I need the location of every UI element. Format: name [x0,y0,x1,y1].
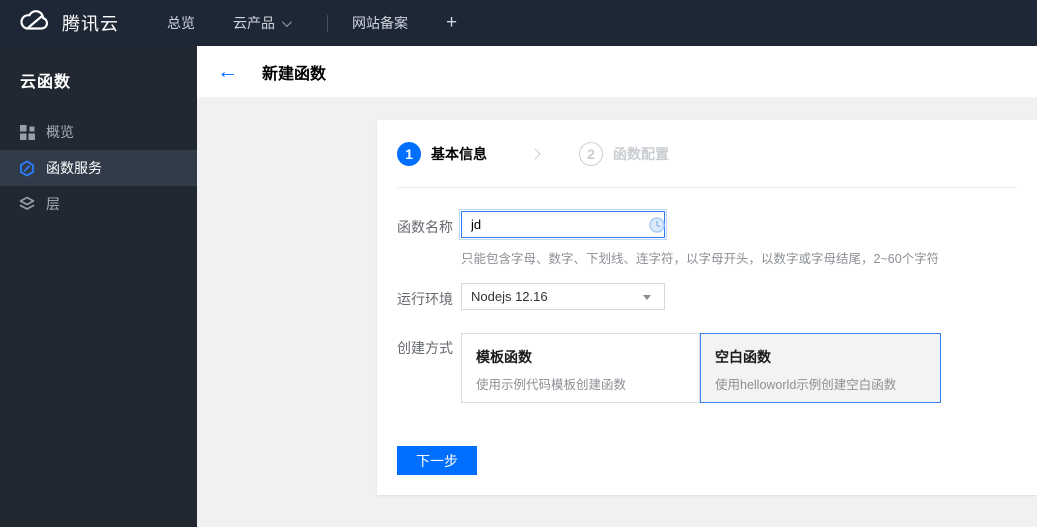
wizard-steps: 1 基本信息 2 函数配置 [397,120,669,187]
nav-item-overview[interactable]: 总览 [167,13,195,33]
method-card-title: 模板函数 [476,349,532,365]
function-name-label: 函数名称 [397,219,453,235]
step-2-label: 函数配置 [613,145,669,162]
sidebar-item-layers[interactable]: 层 [0,186,197,222]
runtime-label: 运行环境 [397,291,453,307]
tencent-cloud-logo[interactable]: 腾讯云 [18,9,119,38]
brand-name: 腾讯云 [62,14,119,34]
sidebar-item-label: 概览 [46,124,74,140]
divider [397,187,1017,188]
sidebar-item-overview[interactable]: 概览 [0,114,197,150]
method-card-desc: 使用示例代码模板创建函数 [476,378,627,392]
top-nav: 腾讯云 总览 云产品 网站备案 + [0,0,1037,46]
step-2-circle: 2 [579,141,603,166]
step-1-label: 基本信息 [431,145,487,162]
nav-item-icp-filing[interactable]: 网站备案 [352,13,408,33]
function-name-hint: 只能包含字母、数字、下划线、连字符，以字母开头，以数字或字母结尾，2~60个字符 [461,252,940,266]
function-name-input[interactable] [459,209,667,240]
grid-icon [19,124,35,140]
top-nav-items: 总览 云产品 网站备案 + [167,12,457,34]
chevron-down-icon [281,16,292,27]
page-title: 新建函数 [262,65,327,83]
step-1-circle: 1 [397,141,421,166]
sidebar-menu: 概览 函数服务 层 [0,114,197,222]
sidebar: 云函数 概览 函数服务 层 [0,46,197,527]
nav-item-cloud-products[interactable]: 云产品 [233,13,292,33]
add-tab-icon[interactable]: + [446,12,457,34]
nav-divider [327,14,328,32]
method-card-blank-function[interactable]: 空白函数 使用helloworld示例创建空白函数 [700,333,941,403]
function-service-icon [19,160,35,176]
clock-icon [649,217,665,233]
method-card-title: 空白函数 [715,349,771,365]
caret-down-icon [643,295,651,300]
runtime-selected-value: Nodejs 12.16 [471,289,548,304]
layers-icon [19,196,35,212]
sidebar-item-label: 函数服务 [46,160,102,176]
method-card-desc: 使用helloworld示例创建空白函数 [715,378,897,392]
chevron-right-icon [529,147,541,160]
content-area: 1 基本信息 2 函数配置 函数名称 只能包含字母、数字、下划线、连字符，以字母… [197,97,1037,527]
create-function-card: 1 基本信息 2 函数配置 函数名称 只能包含字母、数字、下划线、连字符，以字母… [377,120,1037,495]
next-step-button[interactable]: 下一步 [397,446,477,475]
page-header: ← 新建函数 [197,46,1037,97]
creation-method-label: 创建方式 [397,340,453,356]
runtime-select[interactable]: Nodejs 12.16 [461,283,665,310]
sidebar-item-function-service[interactable]: 函数服务 [0,150,197,186]
sidebar-item-label: 层 [46,196,60,212]
back-arrow-icon[interactable]: ← [217,61,238,82]
cloud-logo-icon [18,9,52,38]
sidebar-title: 云函数 [20,74,72,91]
method-card-template-function[interactable]: 模板函数 使用示例代码模板创建函数 [461,333,700,403]
